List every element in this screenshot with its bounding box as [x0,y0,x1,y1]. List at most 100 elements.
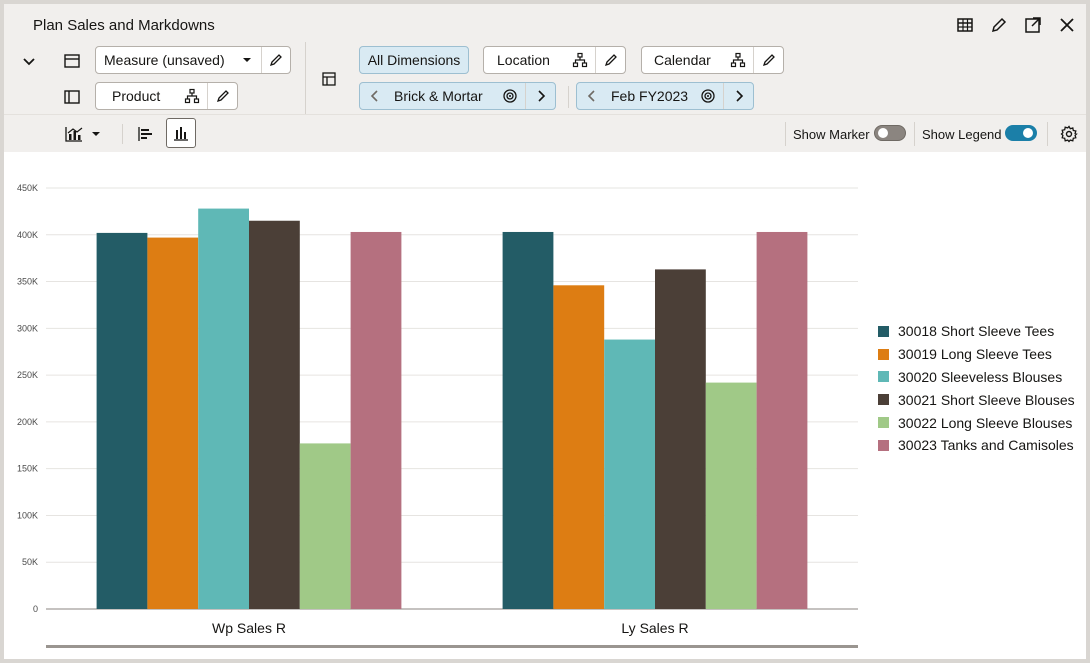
hierarchy-icon[interactable] [723,47,753,73]
show-legend-toggle[interactable] [1005,125,1037,141]
legend-label: 30023 Tanks and Camisoles [898,437,1074,454]
show-marker-label: Show Marker [793,127,870,142]
chart-legend: 30018 Short Sleeve Tees 30019 Long Sleeve… [878,320,1075,457]
chevron-right-icon[interactable] [525,83,555,109]
y-tick-label: 300K [17,323,38,333]
legend-label: 30020 Sleeveless Blouses [898,368,1063,385]
y-tick-label: 200K [17,417,38,427]
bar [705,382,757,609]
y-tick-label: 250K [17,370,38,380]
legend-label: 30018 Short Sleeve Tees [898,323,1055,340]
bar [96,232,148,609]
bar [198,208,249,609]
chart-area: 0 50K 100K 150K 200K 250K 300K 350K 400K 450K Wp S… [4,152,1086,659]
bar [350,231,402,609]
bar [147,237,199,609]
hierarchy-icon[interactable] [177,83,207,109]
measure-label: Measure (unsaved) [104,52,225,68]
bar [756,231,808,609]
target-icon[interactable] [495,83,525,109]
vertical-bar-icon[interactable] [166,118,196,148]
chevron-left-icon[interactable] [360,83,390,109]
toolbar-divider [568,86,569,108]
title-bar: Plan Sales and Markdowns [4,4,1086,42]
show-marker-toggle[interactable] [874,125,906,141]
x-scrollbar [46,645,858,648]
legend-item[interactable]: 30021 Short Sleeve Blouses [878,388,1075,411]
x-category-label: Ly Sales R [621,620,688,636]
legend-label: 30019 Long Sleeve Tees [898,346,1052,363]
bar [604,339,655,609]
y-tick-label: 0 [33,604,38,614]
legend-swatch [878,394,889,406]
legend-item[interactable]: 30023 Tanks and Camisoles [878,434,1075,457]
page-title: Plan Sales and Markdowns [33,17,215,34]
horizontal-bar-icon[interactable] [135,122,157,146]
calendar-edit-icon[interactable] [753,47,783,73]
bar [655,269,706,609]
y-tick-label: 350K [17,277,38,287]
toolbar-divider [122,124,123,144]
legend-item[interactable]: 30018 Short Sleeve Tees [878,320,1075,343]
bar-chart: 0 50K 100K 150K 200K 250K 300K 350K 400K 450K Wp S… [17,183,858,648]
toolbar: Measure (unsaved) Product All Dimensions… [4,42,1086,152]
y-tick-label: 100K [17,510,38,520]
toolbar-divider [785,122,786,146]
toolbar-divider [1047,122,1048,146]
location-value: Brick & Mortar [394,88,483,104]
legend-item[interactable]: 30022 Long Sleeve Blouses [878,411,1075,434]
location-label: Location [497,52,550,68]
calendar-value: Feb FY2023 [611,88,689,104]
toolbar-separator [4,114,1086,115]
product-selector[interactable]: Product [95,82,238,110]
measure-edit-icon[interactable] [261,47,290,73]
title-actions [954,14,1078,36]
close-icon[interactable] [1056,14,1078,36]
toolbar-divider [914,122,915,146]
chart-type-menu[interactable] [64,123,104,145]
calendar-slicer[interactable]: Feb FY2023 [576,82,754,110]
gear-icon[interactable] [1058,123,1080,145]
x-category-label: Wp Sales R [212,620,286,636]
chevron-left-icon[interactable] [577,83,607,109]
legend-label: 30021 Short Sleeve Blouses [898,391,1075,408]
measure-selector[interactable]: Measure (unsaved) [95,46,291,74]
all-dimensions-button[interactable]: All Dimensions [359,46,469,74]
rows-layout-icon[interactable] [61,50,83,72]
location-edit-icon[interactable] [595,47,625,73]
target-icon[interactable] [693,83,723,109]
chevron-down-icon[interactable] [18,50,40,72]
columns-layout-icon[interactable] [61,86,83,108]
y-tick-label: 450K [17,183,38,193]
calendar-label: Calendar [654,52,711,68]
all-dimensions-label: All Dimensions [367,52,461,68]
toggle-knob [1023,128,1033,138]
legend-item[interactable]: 30019 Long Sleeve Tees [878,343,1075,366]
bar [249,220,300,609]
show-legend-label: Show Legend [922,127,1002,142]
legend-swatch [878,371,889,383]
bar [299,443,351,609]
y-tick-label: 50K [22,557,38,567]
caret-down-icon[interactable] [233,47,262,73]
bar [502,231,554,609]
legend-swatch [878,417,889,429]
table-view-icon[interactable] [954,14,976,36]
swap-axes-icon[interactable] [318,68,340,90]
legend-item[interactable]: 30020 Sleeveless Blouses [878,366,1075,389]
legend-label: 30022 Long Sleeve Blouses [898,414,1073,431]
calendar-selector[interactable]: Calendar [641,46,784,74]
legend-swatch [878,439,889,451]
expand-icon[interactable] [1022,14,1044,36]
product-edit-icon[interactable] [207,83,237,109]
edit-icon[interactable] [988,14,1010,36]
hierarchy-icon[interactable] [565,47,595,73]
toggle-knob [878,128,888,138]
chevron-right-icon[interactable] [723,83,753,109]
y-tick-label: 150K [17,464,38,474]
location-selector[interactable]: Location [483,46,626,74]
legend-swatch [878,325,889,337]
bar [553,285,605,609]
legend-swatch [878,348,889,360]
location-slicer[interactable]: Brick & Mortar [359,82,556,110]
